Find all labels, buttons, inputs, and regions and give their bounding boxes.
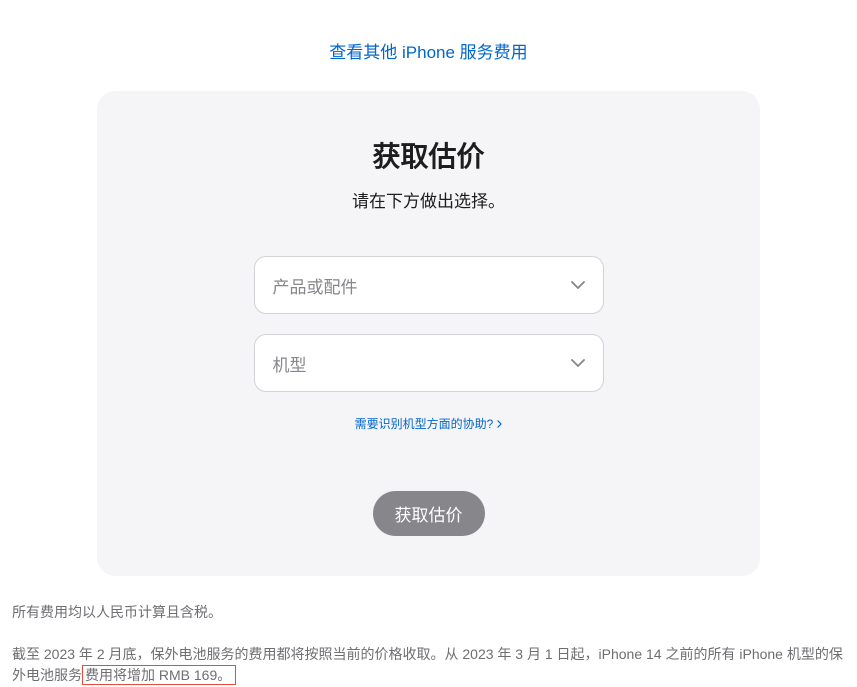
- other-service-fee-link[interactable]: 查看其他 iPhone 服务费用: [329, 43, 527, 62]
- submit-wrap: 获取估价: [137, 491, 720, 536]
- footer-tax-note: 所有费用均以人民币计算且含税。: [12, 602, 845, 624]
- product-select[interactable]: 产品或配件: [254, 256, 604, 314]
- model-select-placeholder: 机型: [273, 351, 571, 376]
- product-select-placeholder: 产品或配件: [273, 273, 571, 298]
- card-title: 获取估价: [137, 135, 720, 175]
- footer: 所有费用均以人民币计算且含税。 截至 2023 年 2 月底，保外电池服务的费用…: [0, 576, 857, 687]
- select-group: 产品或配件 机型: [254, 256, 604, 392]
- footer-note-highlight: 费用将增加 RMB 169。: [82, 665, 236, 685]
- card-subtitle: 请在下方做出选择。: [137, 187, 720, 212]
- chevron-down-icon: [571, 276, 585, 294]
- get-estimate-button[interactable]: 获取估价: [373, 491, 485, 536]
- chevron-down-icon: [571, 354, 585, 372]
- identify-model-help-link[interactable]: 需要识别机型方面的协助?: [355, 415, 503, 432]
- footer-price-change-note: 截至 2023 年 2 月底，保外电池服务的费用都将按照当前的价格收取。从 20…: [12, 644, 845, 687]
- top-link-container: 查看其他 iPhone 服务费用: [0, 0, 857, 91]
- chevron-right-icon: [497, 417, 502, 431]
- help-link-label: 需要识别机型方面的协助?: [355, 415, 494, 432]
- model-select[interactable]: 机型: [254, 334, 604, 392]
- estimate-card: 获取估价 请在下方做出选择。 产品或配件 机型 需要识别机型方面的协助? 获取估…: [97, 91, 760, 576]
